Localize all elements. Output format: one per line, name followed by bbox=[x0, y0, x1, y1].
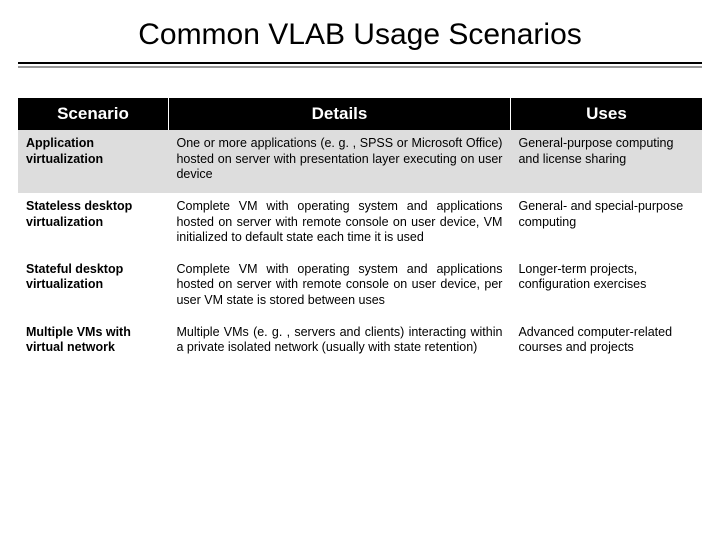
cell-uses: Longer-term projects, configuration exer… bbox=[510, 256, 702, 319]
table-header-row: Scenario Details Uses bbox=[18, 98, 702, 130]
scenarios-table-wrap: Scenario Details Uses Application virtua… bbox=[18, 98, 702, 366]
cell-scenario: Stateless desktop virtualization bbox=[18, 193, 168, 256]
table-row: Multiple VMs with virtual network Multip… bbox=[18, 319, 702, 366]
table-row: Stateful desktop virtualization Complete… bbox=[18, 256, 702, 319]
cell-details: Complete VM with operating system and ap… bbox=[168, 256, 510, 319]
table-row: Application virtualization One or more a… bbox=[18, 130, 702, 193]
cell-details: Complete VM with operating system and ap… bbox=[168, 193, 510, 256]
title-divider bbox=[18, 62, 702, 68]
cell-details: Multiple VMs (e. g. , servers and client… bbox=[168, 319, 510, 366]
slide-title: Common VLAB Usage Scenarios bbox=[0, 0, 720, 62]
cell-details: One or more applications (e. g. , SPSS o… bbox=[168, 130, 510, 193]
header-scenario: Scenario bbox=[18, 98, 168, 130]
cell-scenario: Application virtualization bbox=[18, 130, 168, 193]
cell-uses: General- and special-purpose computing bbox=[510, 193, 702, 256]
cell-scenario: Stateful desktop virtualization bbox=[18, 256, 168, 319]
header-details: Details bbox=[168, 98, 510, 130]
table-row: Stateless desktop virtualization Complet… bbox=[18, 193, 702, 256]
cell-scenario: Multiple VMs with virtual network bbox=[18, 319, 168, 366]
header-uses: Uses bbox=[510, 98, 702, 130]
cell-uses: General-purpose computing and license sh… bbox=[510, 130, 702, 193]
scenarios-table: Scenario Details Uses Application virtua… bbox=[18, 98, 702, 366]
cell-uses: Advanced computer-related courses and pr… bbox=[510, 319, 702, 366]
